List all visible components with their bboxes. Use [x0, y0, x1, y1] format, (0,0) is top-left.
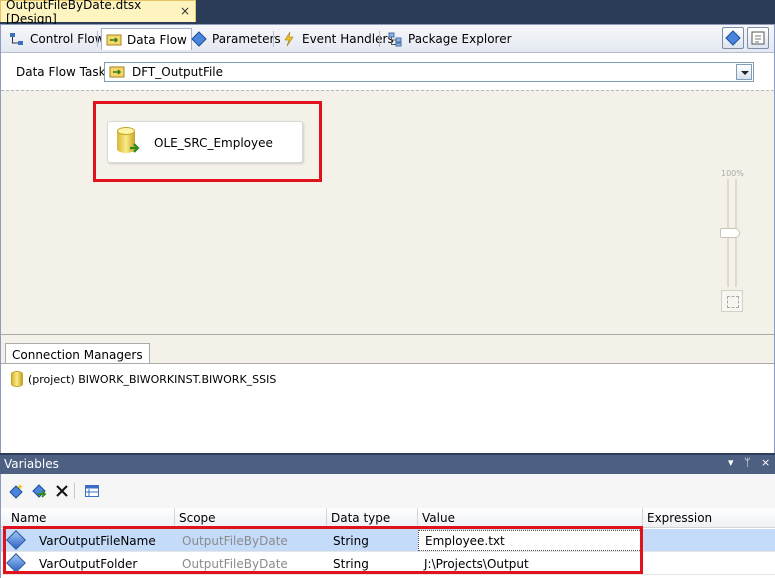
tab-separator: [379, 31, 380, 47]
data-flow-task-select[interactable]: DFT_OutputFile: [104, 62, 754, 82]
connection-manager-name: (project) BIWORK_BIWORKINST.BIWORK_SSIS: [28, 372, 277, 386]
database-icon: [11, 371, 23, 387]
tab-label: Parameters: [212, 32, 281, 46]
variables-toolbar: [0, 474, 775, 508]
variables-button[interactable]: [722, 27, 744, 49]
document-tab[interactable]: OutputFileByDate.dtsx [Design] ×: [0, 0, 196, 26]
move-variable-icon[interactable]: [31, 483, 47, 499]
tab-label: Control Flow: [30, 32, 105, 46]
annotation-highlight-box: [3, 526, 643, 574]
data-flow-task-label: Data Flow Task:: [16, 65, 110, 79]
toolbar-separator: [74, 483, 75, 499]
tab-parameters[interactable]: Parameters: [187, 28, 285, 50]
column-header-expression[interactable]: Expression: [643, 508, 775, 528]
pin-icon[interactable]: ᛘ: [744, 456, 751, 469]
variables-window-title: Variables: [4, 457, 59, 471]
tab-separator: [97, 31, 98, 47]
grid-options-icon[interactable]: [84, 483, 100, 499]
close-icon[interactable]: ×: [180, 4, 190, 18]
tab-control-flow[interactable]: Control Flow: [5, 28, 109, 50]
tab-package-explorer[interactable]: Package Explorer: [383, 28, 516, 50]
add-variable-icon[interactable]: [8, 483, 24, 499]
tab-separator: [273, 31, 274, 47]
tab-label: Connection Managers: [12, 347, 143, 362]
connection-manager-item[interactable]: (project) BIWORK_BIWORKINST.BIWORK_SSIS: [11, 371, 276, 387]
tab-label: Package Explorer: [408, 32, 512, 46]
data-flow-task-value: DFT_OutputFile: [132, 65, 224, 79]
package-explorer-icon: [387, 31, 403, 47]
column-header-data-type[interactable]: Data type: [327, 508, 418, 528]
variables-grid-header: Name Scope Data type Value Expression: [1, 508, 775, 528]
toolbox-button[interactable]: [747, 27, 769, 49]
data-flow-canvas[interactable]: OLE_SRC_Employee 100%: [1, 90, 774, 334]
column-header-name[interactable]: Name: [1, 508, 175, 528]
delete-variable-icon[interactable]: [54, 483, 70, 499]
zoom-slider-thumb[interactable]: [720, 228, 740, 238]
package-designer: Control Flow Data Flow Parameters Event …: [0, 24, 775, 453]
connection-managers-tabstrip: Connection Managers: [1, 334, 774, 365]
column-header-value[interactable]: Value: [418, 508, 643, 528]
column-header-scope[interactable]: Scope: [175, 508, 327, 528]
zoom-to-fit-button[interactable]: [721, 290, 743, 312]
document-tab-title: OutputFileByDate.dtsx [Design]: [6, 0, 142, 26]
parameters-icon: [191, 31, 207, 47]
annotation-highlight-box: [93, 101, 322, 182]
variable-expression[interactable]: [643, 529, 649, 552]
control-flow-icon: [9, 31, 25, 47]
document-tab-strip: OutputFileByDate.dtsx [Design] ×: [0, 0, 775, 26]
zoom-level: 100%: [721, 169, 744, 178]
variables-icon: [725, 30, 741, 46]
event-handlers-icon: [281, 31, 297, 47]
close-icon[interactable]: ×: [761, 456, 770, 469]
tab-data-flow[interactable]: Data Flow: [101, 28, 192, 50]
toolbox-icon: [751, 31, 765, 45]
data-flow-task-row: Data Flow Task: DFT_OutputFile: [1, 54, 774, 90]
designer-tab-bar: Control Flow Data Flow Parameters Event …: [1, 25, 774, 53]
variable-expression[interactable]: [643, 552, 649, 575]
variables-window-title-bar: Variables ▾ ᛘ ×: [0, 455, 775, 474]
tab-label: Data Flow: [127, 32, 187, 47]
chevron-down-icon[interactable]: [736, 64, 752, 80]
data-flow-task-icon: [109, 65, 125, 79]
tab-connection-managers[interactable]: Connection Managers: [5, 343, 150, 365]
window-menu-icon[interactable]: ▾: [728, 456, 734, 469]
connection-managers-panel: (project) BIWORK_BIWORKINST.BIWORK_SSIS: [1, 363, 774, 453]
data-flow-icon: [106, 32, 122, 48]
